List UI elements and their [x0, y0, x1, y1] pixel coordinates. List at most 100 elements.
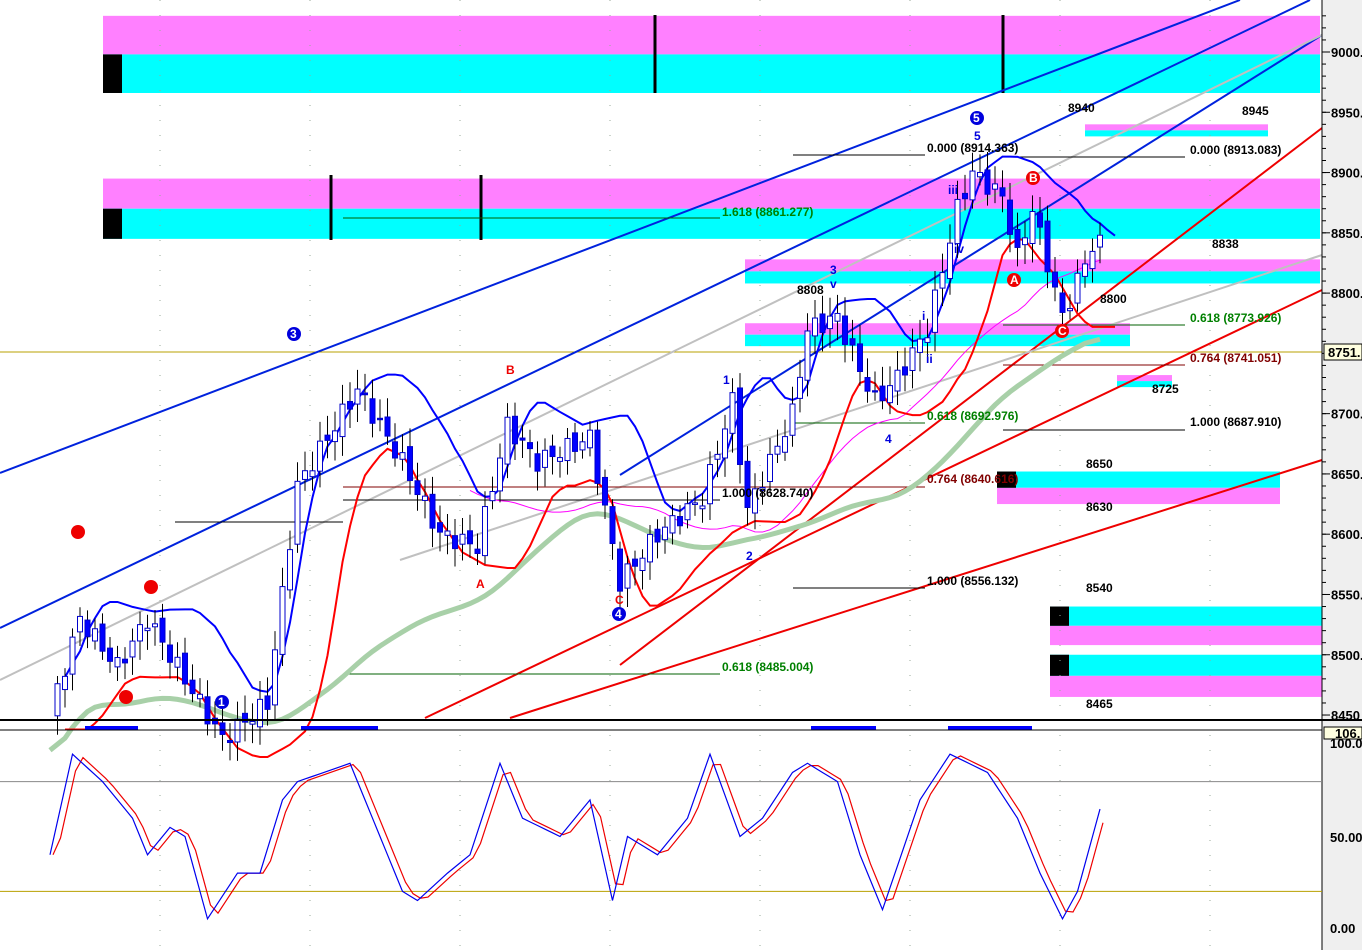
zone-marker — [103, 208, 122, 239]
candle-body — [1022, 237, 1028, 246]
svg-text:A: A — [476, 577, 485, 591]
candle-body — [984, 169, 991, 195]
trendline-gray — [0, 34, 1323, 681]
candle-body — [932, 289, 938, 333]
candle-body — [122, 658, 128, 664]
candle-body — [197, 693, 203, 700]
svg-text:2: 2 — [746, 549, 753, 563]
candle-body — [347, 400, 353, 410]
zone-band — [103, 54, 1320, 93]
fib-label: 0.000 (8913.083) — [1190, 143, 1281, 157]
fib-label: 0.764 (8640.616) — [927, 472, 1018, 486]
candle-body — [662, 526, 668, 541]
svg-text:5: 5 — [973, 111, 980, 125]
candle-body — [1029, 210, 1036, 245]
candle-body — [992, 183, 998, 190]
chart-svg: 0.000 (8914.363) 0.000 (8913.083) 1.618 … — [0, 0, 1362, 950]
svg-text:4: 4 — [615, 607, 622, 621]
svg-text:8725: 8725 — [1152, 382, 1179, 396]
candle-body — [1014, 228, 1021, 248]
candle-body — [264, 695, 271, 710]
candle-body — [362, 392, 368, 396]
candle-body — [939, 272, 946, 289]
candle-body — [774, 445, 781, 455]
svg-text:100.0: 100.0 — [1330, 736, 1362, 751]
candle-body — [317, 440, 323, 472]
candle-body — [77, 615, 83, 633]
svg-text:ii: ii — [926, 352, 933, 366]
candle-body — [857, 343, 863, 372]
svg-text:5: 5 — [974, 129, 981, 143]
candle-body — [864, 377, 871, 392]
svg-text:1: 1 — [723, 373, 730, 387]
svg-text:A: A — [1010, 273, 1019, 287]
candle-body — [744, 460, 751, 509]
zone-band — [997, 487, 1280, 505]
axis-label: 8900. — [1331, 166, 1362, 181]
candle-body — [1074, 272, 1081, 304]
candle-body — [1089, 250, 1096, 270]
candle-body — [437, 522, 443, 533]
fib-label: 0.618 (8692.976) — [927, 409, 1018, 423]
zone-band — [1050, 675, 1322, 697]
candle-body — [1007, 199, 1013, 235]
candle-body — [354, 388, 361, 405]
svg-text:C: C — [1058, 324, 1067, 338]
candle-body — [92, 628, 98, 642]
candle-body — [332, 430, 338, 443]
candle-body — [954, 198, 961, 245]
svg-text:8940: 8940 — [1068, 101, 1095, 115]
candle-body — [699, 505, 706, 510]
candle-body — [174, 656, 181, 668]
zone-band — [1050, 606, 1322, 626]
candle-body — [542, 449, 548, 468]
axis-label: 8550. — [1331, 587, 1362, 602]
candle-body — [557, 457, 563, 462]
fib-label: 1.618 (8861.277) — [722, 205, 813, 219]
svg-text:8945: 8945 — [1242, 104, 1269, 118]
svg-text:v: v — [830, 277, 837, 291]
fib-label: 0.618 (8773.926) — [1190, 311, 1281, 325]
axis-label: 8700. — [1331, 407, 1362, 422]
candle-body — [474, 548, 481, 554]
candle-body — [467, 530, 473, 545]
candle-body — [767, 453, 773, 483]
candle-body — [137, 624, 143, 642]
candle-body — [339, 403, 346, 438]
candle-body — [219, 722, 226, 735]
candle-body — [54, 683, 61, 717]
candle-body — [729, 392, 736, 434]
candle-body — [804, 330, 811, 381]
candle-body — [444, 530, 451, 536]
candle-body — [1044, 220, 1051, 273]
candle-body — [564, 437, 571, 462]
candle-body — [872, 390, 878, 393]
zone-band — [103, 15, 1320, 55]
candle-body — [414, 480, 421, 496]
candle-body — [512, 415, 518, 445]
candle-body — [669, 515, 676, 534]
candle-body — [624, 563, 631, 589]
candle-body — [722, 428, 728, 459]
candle-body — [819, 313, 826, 333]
candle-body — [497, 457, 503, 492]
candle-body — [737, 387, 743, 465]
svg-text:8808: 8808 — [797, 283, 824, 297]
svg-text:1: 1 — [218, 695, 225, 709]
candle-body — [834, 312, 841, 322]
candle-body — [602, 476, 608, 506]
candle-body — [617, 548, 623, 592]
zone-band — [1050, 654, 1322, 676]
candle-body — [504, 416, 511, 465]
candle-body — [99, 623, 106, 652]
candle-body — [384, 416, 391, 437]
candle-body — [969, 170, 976, 201]
candle-body — [129, 640, 136, 658]
candle-body — [654, 528, 661, 543]
candle-body — [84, 619, 91, 638]
svg-text:8540: 8540 — [1086, 581, 1113, 595]
stoch-signal-line — [52, 755, 1104, 915]
zone-marker — [1050, 654, 1069, 676]
candle-body — [249, 720, 256, 725]
candle-body — [377, 417, 383, 421]
